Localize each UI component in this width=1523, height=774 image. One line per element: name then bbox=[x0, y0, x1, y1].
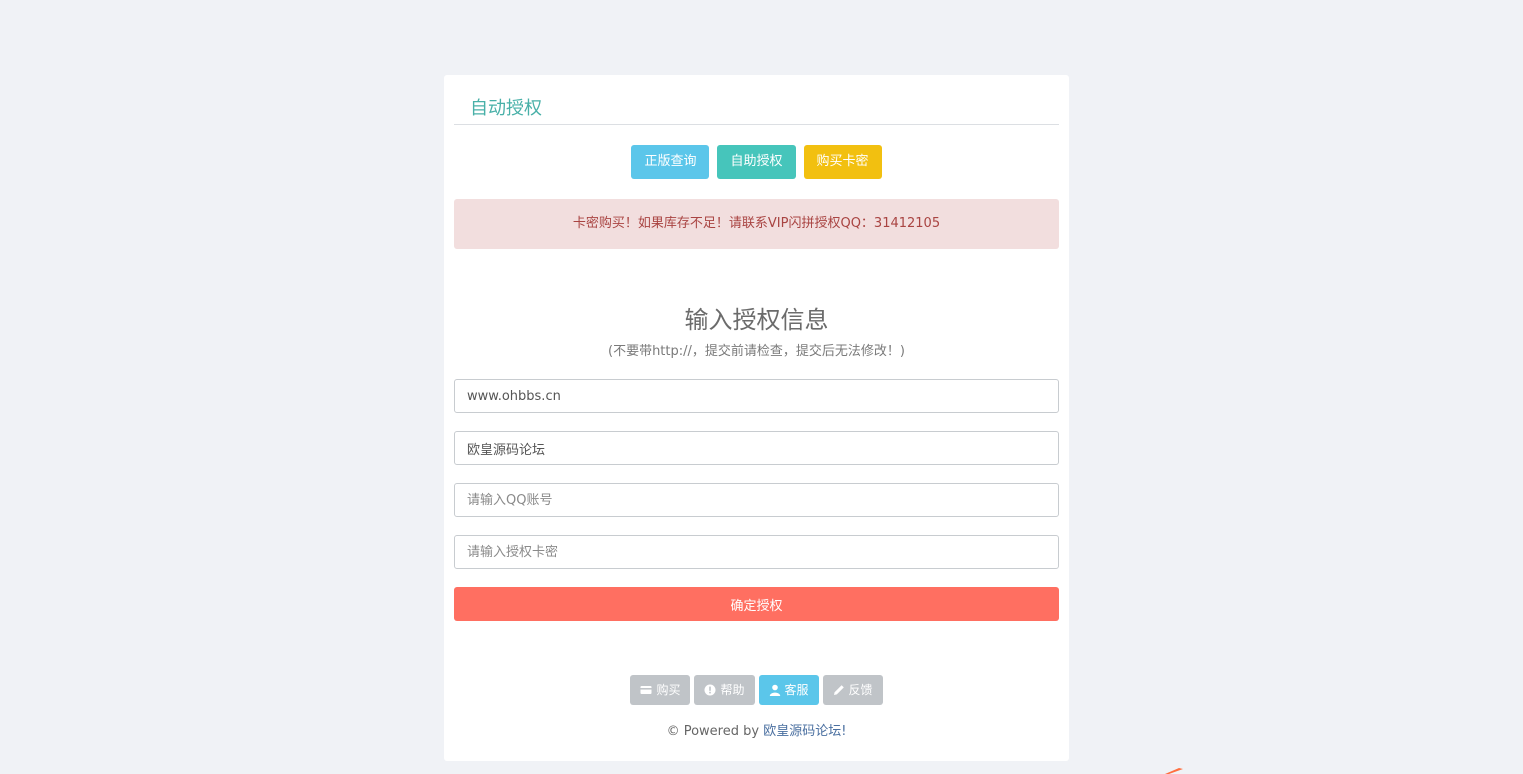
footer-link[interactable]: 欧皇源码论坛! bbox=[763, 724, 846, 739]
footer-credit: © Powered by 欧皇源码论坛! bbox=[444, 723, 1069, 741]
feedback-button-label: 反馈 bbox=[848, 683, 873, 697]
auth-card: 自动授权 正版查询 自助授权 购买卡密 卡密购买！如果库存不足！请联系VIP闪拼… bbox=[444, 75, 1069, 761]
qq-input[interactable] bbox=[454, 483, 1059, 517]
form-subtitle: (不要带http://，提交前请检查，提交后无法修改！) bbox=[608, 344, 905, 359]
footer-button-group: 购买 帮助 客服 反馈 bbox=[444, 675, 1069, 705]
feedback-button[interactable]: 反馈 bbox=[822, 675, 883, 705]
customer-service-label: 客服 bbox=[784, 683, 809, 697]
form-title: 输入授权信息 bbox=[684, 306, 829, 334]
corner-decoration bbox=[1165, 768, 1183, 774]
top-button-group: 正版查询 自助授权 购买卡密 bbox=[444, 145, 1069, 179]
panel-heading: 自动授权 bbox=[454, 75, 1059, 125]
buy-button-label: 购买 bbox=[656, 683, 681, 697]
buy-button[interactable]: 购买 bbox=[630, 675, 691, 705]
buy-card-button[interactable]: 购买卡密 bbox=[803, 145, 882, 179]
panel-title: 自动授权 bbox=[470, 98, 542, 119]
exclamation-circle-icon bbox=[704, 684, 716, 696]
genuine-query-button[interactable]: 正版查询 bbox=[631, 145, 710, 179]
user-icon bbox=[769, 684, 781, 696]
site-name-input[interactable] bbox=[454, 431, 1059, 465]
alert-message: 卡密购买！如果库存不足！请联系VIP闪拼授权QQ：31412105 bbox=[454, 199, 1059, 249]
pencil-icon bbox=[833, 684, 845, 696]
credit-card-icon bbox=[640, 684, 652, 696]
domain-input[interactable] bbox=[454, 379, 1059, 413]
customer-service-button[interactable]: 客服 bbox=[758, 675, 819, 705]
help-button[interactable]: 帮助 bbox=[694, 675, 755, 705]
confirm-auth-button[interactable]: 确定授权 bbox=[454, 587, 1059, 621]
card-key-input[interactable] bbox=[454, 535, 1059, 569]
self-auth-button[interactable]: 自助授权 bbox=[717, 145, 796, 179]
footer-prefix: © Powered by bbox=[666, 724, 764, 739]
help-button-label: 帮助 bbox=[720, 683, 745, 697]
